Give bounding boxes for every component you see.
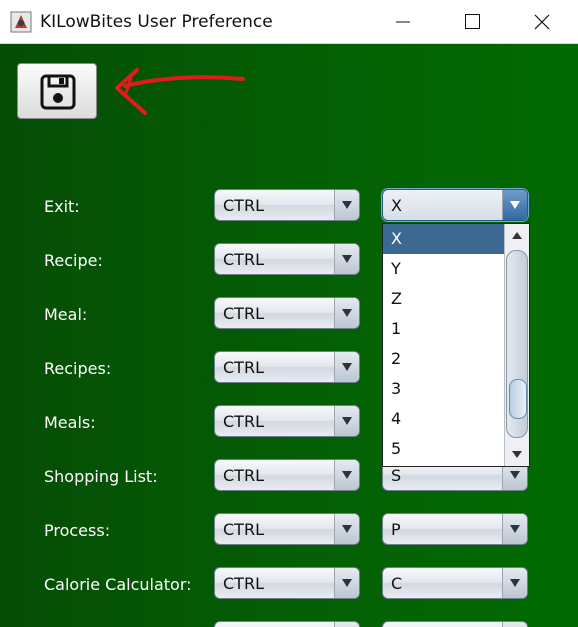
red-annotation-arrow-icon: [115, 68, 245, 115]
label-recipes: Recipes:: [44, 359, 112, 378]
modifier-select-next[interactable]: [214, 621, 360, 627]
modifier-select-meals[interactable]: CTRL: [214, 405, 360, 437]
dropdown-option[interactable]: 3: [383, 374, 504, 404]
dropdown-option[interactable]: X: [383, 224, 504, 254]
close-icon: [534, 14, 550, 30]
chevron-down-icon[interactable]: [502, 622, 527, 627]
modifier-select-calorie-calculator[interactable]: CTRL: [214, 567, 360, 599]
close-button[interactable]: [518, 0, 568, 44]
label-meals: Meals:: [44, 413, 96, 432]
java-app-icon: [10, 11, 32, 33]
key-value: C: [391, 574, 403, 593]
chevron-down-icon[interactable]: [334, 406, 359, 436]
title-bar: KILowBites User Preference: [0, 0, 578, 44]
chevron-down-icon[interactable]: [334, 460, 359, 490]
chevron-down-icon[interactable]: [334, 622, 359, 627]
chevron-down-icon[interactable]: [334, 352, 359, 382]
modifier-value: CTRL: [223, 304, 264, 323]
key-select-process[interactable]: P: [382, 513, 528, 545]
modifier-value: CTRL: [223, 466, 264, 485]
label-shopping-list: Shopping List:: [44, 467, 158, 486]
key-select-calorie-calculator[interactable]: C: [382, 567, 528, 599]
scroll-up-icon[interactable]: [507, 226, 527, 246]
modifier-select-meal[interactable]: CTRL: [214, 297, 360, 329]
minimize-button[interactable]: [378, 0, 428, 44]
label-exit: Exit:: [44, 197, 80, 216]
modifier-select-shopping-list[interactable]: CTRL: [214, 459, 360, 491]
key-value: S: [391, 466, 402, 485]
key-value: X: [391, 196, 402, 215]
chevron-down-icon[interactable]: [334, 190, 359, 220]
chevron-down-icon[interactable]: [502, 514, 527, 544]
modifier-select-recipe[interactable]: CTRL: [214, 243, 360, 275]
preferences-panel: Exit: CTRL X Recipe: CTRL Meal: CTRL Rec…: [0, 44, 578, 627]
dropdown-scrollbar[interactable]: [504, 224, 529, 466]
floppy-disk-icon: [40, 74, 76, 110]
modifier-value: CTRL: [223, 250, 264, 269]
chevron-down-icon[interactable]: [502, 568, 527, 598]
dropdown-option[interactable]: Y: [383, 254, 504, 284]
maximize-button[interactable]: [448, 0, 498, 44]
label-calorie-calculator: Calorie Calculator:: [44, 575, 192, 594]
modifier-select-recipes[interactable]: CTRL: [214, 351, 360, 383]
dropdown-option[interactable]: 4: [383, 404, 504, 434]
key-value: P: [391, 520, 401, 539]
scrollbar-thumb[interactable]: [509, 379, 527, 419]
dropdown-option[interactable]: Z: [383, 284, 504, 314]
scroll-down-icon[interactable]: [507, 444, 527, 464]
modifier-select-exit[interactable]: CTRL: [214, 189, 360, 221]
key-select-next[interactable]: [382, 621, 528, 627]
dropdown-option[interactable]: 5: [383, 434, 504, 464]
label-process: Process:: [44, 521, 111, 540]
label-meal: Meal:: [44, 305, 88, 324]
modifier-value: CTRL: [223, 520, 264, 539]
label-recipe: Recipe:: [44, 251, 103, 270]
key-select-exit[interactable]: X: [382, 189, 528, 221]
modifier-select-process[interactable]: CTRL: [214, 513, 360, 545]
dropdown-option[interactable]: 1: [383, 314, 504, 344]
modifier-value: CTRL: [223, 574, 264, 593]
key-dropdown-list: X Y Z 1 2 3 4 5: [382, 223, 530, 467]
chevron-down-icon[interactable]: [334, 244, 359, 274]
chevron-down-icon[interactable]: [334, 514, 359, 544]
chevron-down-icon[interactable]: [334, 568, 359, 598]
scrollbar-track[interactable]: [506, 250, 528, 438]
dropdown-option[interactable]: 2: [383, 344, 504, 374]
chevron-down-icon[interactable]: [502, 190, 527, 220]
chevron-down-icon[interactable]: [334, 298, 359, 328]
modifier-value: CTRL: [223, 358, 264, 377]
save-button[interactable]: [17, 63, 97, 119]
modifier-value: CTRL: [223, 412, 264, 431]
window-title: KILowBites User Preference: [40, 12, 273, 32]
modifier-value: CTRL: [223, 196, 264, 215]
